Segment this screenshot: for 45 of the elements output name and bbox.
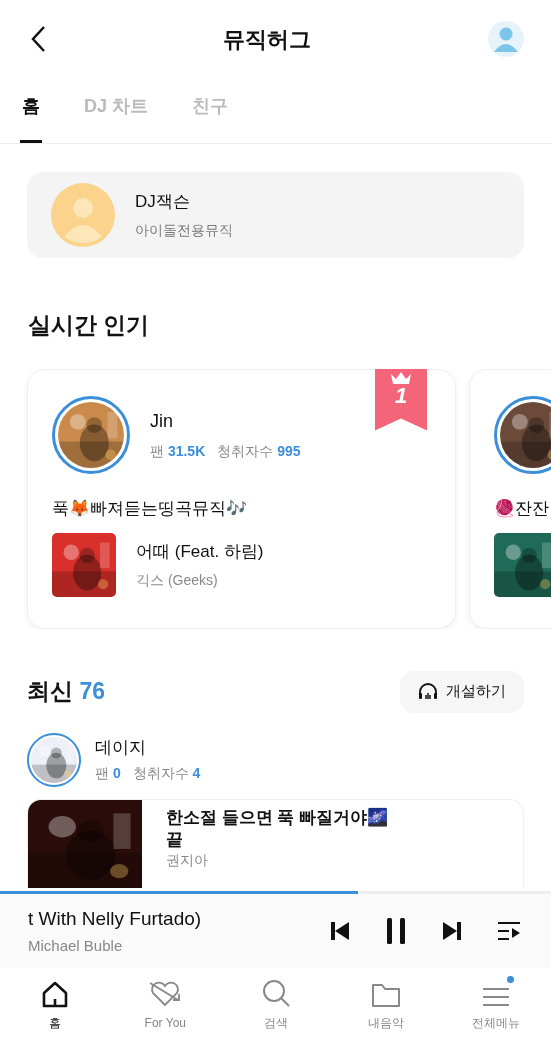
dj-card[interactable]: 🧶잔잔	[469, 368, 551, 629]
back-icon[interactable]	[30, 25, 46, 53]
nav-tab[interactable]: 검색	[220, 968, 331, 1042]
fan-count: 팬 0	[95, 764, 121, 784]
profile-name: DJ잭슨	[135, 191, 191, 214]
nav-tab[interactable]: 전체메뉴	[440, 968, 551, 1042]
dj-name: Jin	[150, 409, 174, 433]
create-button[interactable]: 개설하기	[400, 670, 524, 713]
pause-icon[interactable]	[386, 917, 406, 945]
page-title: 뮤직허그	[222, 25, 311, 54]
section-title: 최신 76	[27, 677, 105, 707]
listener-count: 청취자수 995	[217, 441, 301, 461]
playlist-title: 🧶잔잔	[494, 497, 550, 520]
dj-card[interactable]: 1 Jin 팬 31.5K 청취자수 995 푹🦊빠져듣는띵곡뮤직🎶 어때 (Feat. 하림) 긱스 (Geeks)	[27, 368, 456, 629]
heart-arrow-icon	[148, 980, 183, 1008]
artist-name: 권지아	[166, 852, 209, 870]
artist-name: 긱스 (Geeks)	[136, 571, 219, 591]
nav-tab[interactable]: 내음악	[330, 968, 441, 1042]
next-icon[interactable]	[442, 921, 461, 941]
now-playing-artist: Michael Buble	[28, 936, 124, 956]
headphones-icon	[418, 683, 438, 700]
profile-card[interactable]: DJ잭슨 아이돌전용뮤직	[27, 172, 524, 258]
dj-name: 데이지	[95, 736, 147, 759]
nav-tab[interactable]: 홈	[0, 968, 111, 1042]
crown-icon	[390, 370, 412, 385]
playlist-title: 푹🦊빠져듣는띵곡뮤직🎶	[52, 497, 248, 520]
profile-subtitle: 아이돌전용뮤직	[135, 220, 233, 240]
nav-tab[interactable]: For You	[110, 968, 221, 1042]
song-title: 어때 (Feat. 하림)	[136, 540, 264, 563]
tab[interactable]: 홈	[20, 93, 42, 143]
rank-number: 1	[394, 384, 408, 407]
player-bar[interactable]: t With Nelly Furtado) Michael Buble	[0, 891, 551, 968]
playlist-icon[interactable]	[497, 921, 521, 941]
song-subtitle: 끝	[166, 829, 184, 851]
previous-icon[interactable]	[331, 921, 350, 941]
listener-count: 청취자수 4	[132, 764, 201, 784]
home-icon	[41, 980, 70, 1008]
folder-icon	[370, 982, 401, 1008]
section-title: 실시간 인기	[28, 311, 151, 340]
now-playing-title: t With Nelly Furtado)	[28, 906, 202, 931]
avatar-placeholder-icon	[51, 183, 115, 247]
song-card[interactable]: 한소절 들으면 푹 빠질거야🌌 끝 권지아	[27, 798, 524, 888]
song-title: 한소절 들으면 푹 빠질거야🌌	[166, 807, 389, 828]
search-icon	[260, 978, 291, 1008]
fan-count: 팬 31.5K	[150, 441, 206, 461]
